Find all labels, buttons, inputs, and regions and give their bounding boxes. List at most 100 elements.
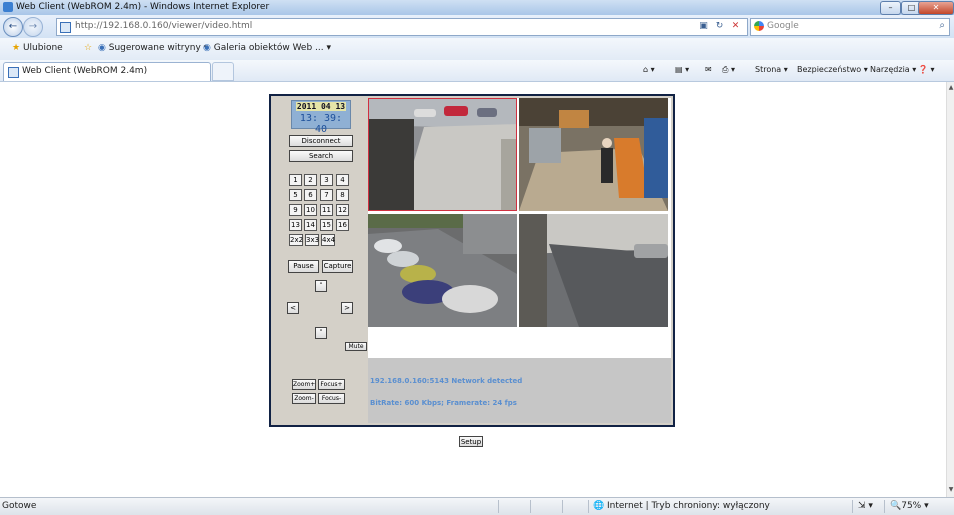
channel-1-button[interactable]: 1 xyxy=(289,174,302,186)
status-separator xyxy=(562,500,563,513)
zoom-in-button[interactable]: Zoom+ xyxy=(292,379,316,390)
security-zone[interactable]: Internet | Tryb chroniony: wyłączony xyxy=(607,501,770,511)
ptz-right-button[interactable]: > xyxy=(341,302,353,314)
home-icon[interactable]: ⌂ ▾ xyxy=(643,65,655,74)
channel-14-button[interactable]: 14 xyxy=(304,219,317,231)
address-input[interactable]: http://192.168.0.160/viewer/video.html ▣… xyxy=(56,18,748,36)
scroll-down-icon[interactable]: ▼ xyxy=(947,486,954,494)
channel-3-button[interactable]: 3 xyxy=(320,174,333,186)
tab-bar: Web Client (WebROM 2.4m) ⌂ ▾ ▤ ▾ ✉ ⎙ ▾ S… xyxy=(0,60,954,82)
new-tab-button[interactable] xyxy=(212,62,234,81)
camera-grid xyxy=(368,98,671,329)
camera-image xyxy=(519,214,668,327)
channel-15-button[interactable]: 15 xyxy=(320,219,333,231)
zoom-out-button[interactable]: Zoom- xyxy=(292,393,316,404)
search-input[interactable]: Google ⌕ xyxy=(750,18,950,36)
scroll-up-icon[interactable]: ▲ xyxy=(947,84,954,92)
channel-9-button[interactable]: 9 xyxy=(289,204,302,216)
zoom-level[interactable]: 🔍75% ▾ xyxy=(890,501,929,511)
camera-image xyxy=(369,99,516,210)
add-ons-icon[interactable]: ⇲ ▾ xyxy=(858,501,873,511)
layout-4x4-button[interactable]: 4x4 xyxy=(321,234,335,246)
mute-button[interactable]: Mute xyxy=(345,342,367,351)
layout-2x2-button[interactable]: 2x2 xyxy=(289,234,303,246)
compat-view-icon[interactable]: ▣ xyxy=(697,20,710,33)
channel-5-button[interactable]: 5 xyxy=(289,189,302,201)
zoom-icon: 🔍 xyxy=(890,501,902,511)
address-url[interactable]: http://192.168.0.160/viewer/video.html xyxy=(75,21,252,31)
back-button[interactable]: ← xyxy=(3,17,23,37)
channel-16-button[interactable]: 16 xyxy=(336,219,349,231)
vertical-scrollbar[interactable]: ▲ ▼ xyxy=(946,82,954,497)
channel-12-button[interactable]: 12 xyxy=(336,204,349,216)
dvr-viewer: 2011 04 13 13: 39: 40 Disconnect Search … xyxy=(269,94,675,427)
camera-view-3[interactable] xyxy=(368,214,517,327)
favbar-item-gallery[interactable]: ◉ Galeria obiektów Web ... ▾ xyxy=(203,43,331,53)
page-menu[interactable]: Strona ▾ xyxy=(755,65,788,74)
ptz-left-button[interactable]: < xyxy=(287,302,299,314)
date-display: 2011 04 13 xyxy=(295,102,347,111)
minimize-button[interactable]: – xyxy=(880,1,901,15)
disconnect-button[interactable]: Disconnect xyxy=(289,135,353,147)
control-panel: 2011 04 13 13: 39: 40 Disconnect Search … xyxy=(271,96,368,425)
forward-button[interactable]: → xyxy=(23,17,43,37)
favorites-button[interactable]: ★ Ulubione xyxy=(12,43,63,53)
tab-web-client[interactable]: Web Client (WebROM 2.4m) xyxy=(3,62,211,81)
status-separator xyxy=(530,500,531,513)
date-wrap: 2011 04 13 xyxy=(292,102,350,111)
camera-image xyxy=(368,214,517,327)
close-button[interactable]: ✕ xyxy=(918,1,954,15)
status-panel: 192.168.0.160:5143 Network detected BitR… xyxy=(368,358,671,423)
window-title: Web Client (WebROM 2.4m) - Windows Inter… xyxy=(16,2,270,12)
ptz-up-button[interactable]: ˄ xyxy=(315,280,327,292)
camera-view-1[interactable] xyxy=(368,98,517,211)
help-menu[interactable]: ❓ ▾ xyxy=(918,65,935,74)
print-icon[interactable]: ⎙ ▾ xyxy=(722,65,735,75)
focus-in-button[interactable]: Focus+ xyxy=(318,379,345,390)
search-button[interactable]: Search xyxy=(289,150,353,162)
channel-10-button[interactable]: 10 xyxy=(304,204,317,216)
ie-logo-icon xyxy=(3,2,13,12)
channel-4-button[interactable]: 4 xyxy=(336,174,349,186)
status-separator xyxy=(588,500,589,513)
focus-out-button[interactable]: Focus- xyxy=(318,393,345,404)
status-bar: Gotowe 🌐 Internet | Tryb chroniony: wyłą… xyxy=(0,497,954,515)
channel-13-button[interactable]: 13 xyxy=(289,219,302,231)
pause-button[interactable]: Pause xyxy=(288,260,319,273)
datetime-display: 2011 04 13 13: 39: 40 xyxy=(291,100,351,135)
page-favicon-icon xyxy=(8,67,19,78)
setup-button[interactable]: Setup xyxy=(459,436,483,447)
window-titlebar: Web Client (WebROM 2.4m) - Windows Inter… xyxy=(0,0,954,16)
tools-menu[interactable]: Narzędzia ▾ xyxy=(870,65,916,74)
zone-globe-icon: 🌐 xyxy=(593,501,605,511)
safety-menu[interactable]: Bezpieczeństwo ▾ xyxy=(797,65,868,74)
channel-6-button[interactable]: 6 xyxy=(304,189,317,201)
feeds-icon[interactable]: ▤ ▾ xyxy=(675,65,689,74)
refresh-icon[interactable]: ↻ xyxy=(713,20,726,33)
channel-2-button[interactable]: 2 xyxy=(304,174,317,186)
favbar-item-label: Sugerowane witryny ▾ xyxy=(108,43,209,53)
favbar-item-suggested[interactable]: ◉ Sugerowane witryny ▾ xyxy=(98,43,208,53)
mail-icon[interactable]: ✉ xyxy=(705,65,712,74)
video-spacer xyxy=(368,329,671,358)
favorites-label: Ulubione xyxy=(22,43,63,53)
network-status: 192.168.0.160:5143 Network detected xyxy=(370,377,523,385)
favorites-bar: ★ Ulubione ☆ ◉ Sugerowane witryny ▾ ◉ Ga… xyxy=(0,38,954,61)
status-separator xyxy=(884,500,885,513)
ie-page-icon: ◉ xyxy=(98,43,106,53)
camera-view-4[interactable] xyxy=(519,214,668,327)
capture-button[interactable]: Capture xyxy=(322,260,353,273)
ptz-down-button[interactable]: ˅ xyxy=(315,327,327,339)
layout-3x3-button[interactable]: 3x3 xyxy=(305,234,319,246)
address-toolbar: ← → http://192.168.0.160/viewer/video.ht… xyxy=(0,15,954,38)
channel-8-button[interactable]: 8 xyxy=(336,189,349,201)
favbar-item-label: Galeria obiektów Web ... ▾ xyxy=(213,43,332,53)
status-separator xyxy=(852,500,853,513)
search-icon[interactable]: ⌕ xyxy=(939,20,945,31)
channel-7-button[interactable]: 7 xyxy=(320,189,333,201)
add-favorite-icon[interactable]: ☆ xyxy=(84,43,92,53)
star-icon: ★ xyxy=(12,43,21,53)
camera-view-2[interactable] xyxy=(519,98,668,211)
channel-11-button[interactable]: 11 xyxy=(320,204,333,216)
stop-icon[interactable]: ✕ xyxy=(729,20,742,33)
